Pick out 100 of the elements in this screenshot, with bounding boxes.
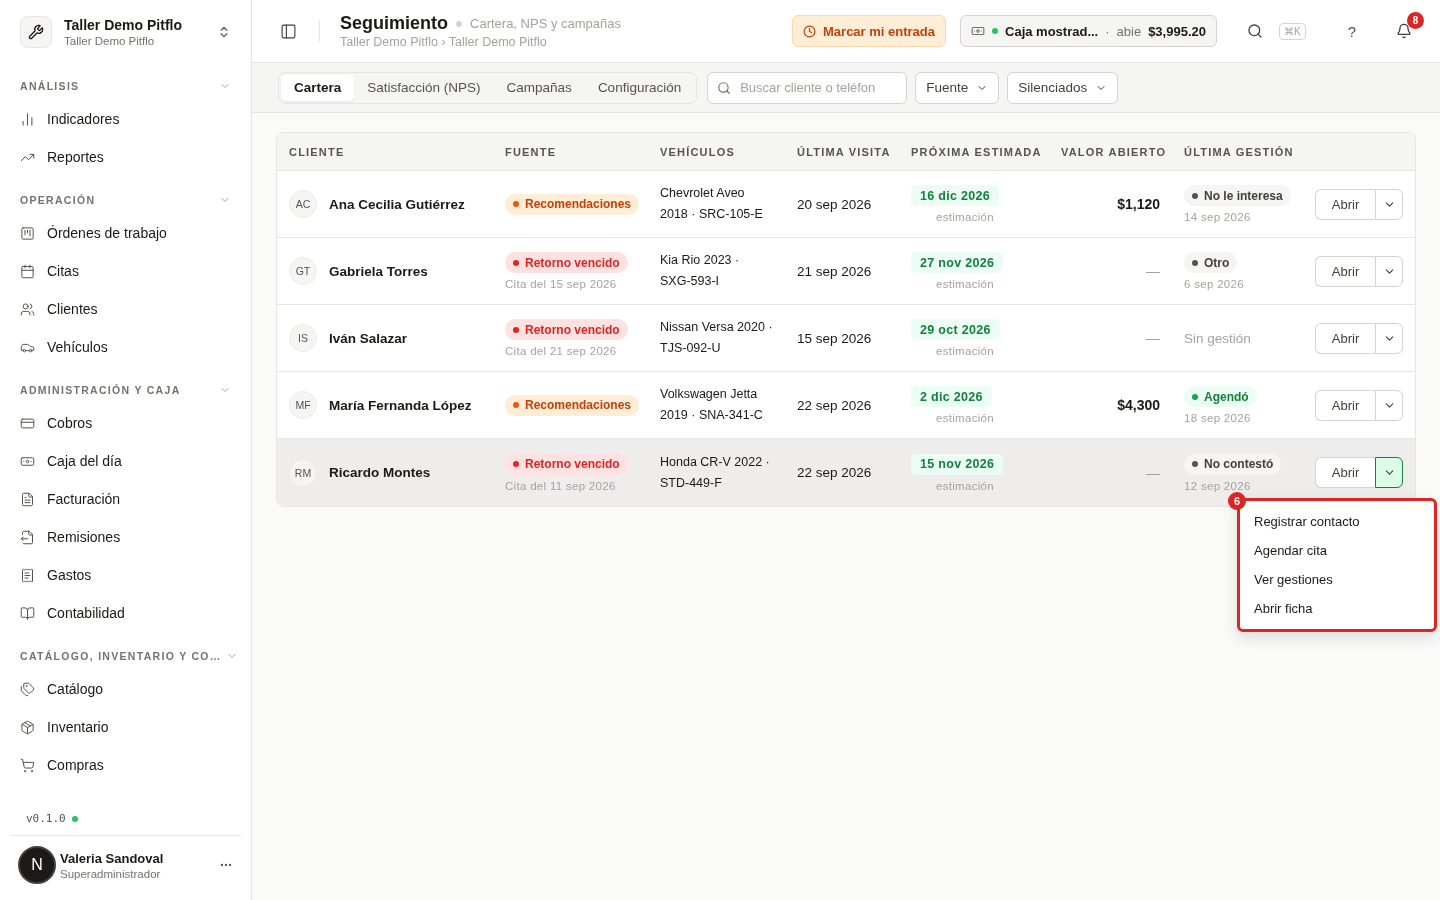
sidebar-item[interactable]: Compras (10, 746, 241, 784)
appointment-note: Cita del 11 sep 2026 (505, 479, 616, 492)
estimate-note: estimación (936, 412, 994, 424)
sidebar-item[interactable]: Indicadores (10, 100, 241, 138)
last-visit-date: 21 sep 2026 (797, 263, 872, 279)
filter-dropdown[interactable]: Fuente (915, 71, 1000, 104)
next-date-tag: 27 nov 2026 (911, 252, 1004, 273)
item-label: Remisiones (47, 529, 121, 545)
menu-item[interactable]: Registrar contacto (1246, 507, 1428, 536)
page-title: Seguimiento (340, 13, 448, 34)
last-visit-date: 15 sep 2026 (797, 330, 872, 346)
sidebar-item[interactable]: Contabilidad (10, 594, 241, 632)
next-date-tag: 16 dic 2026 (911, 185, 1000, 206)
item-label: Clientes (47, 301, 98, 317)
sidebar-item[interactable]: Facturación (10, 480, 241, 518)
version-label: v0.1.0 (26, 812, 66, 825)
open-value: $1,120 (1117, 196, 1160, 212)
section-title: ADMINISTRACIÓN Y CAJA (20, 384, 181, 396)
breadcrumb: Taller Demo Pitflo › Taller Demo Pitflo (340, 35, 548, 49)
filter-dropdown[interactable]: Silenciados (1007, 71, 1119, 104)
sidebar-item[interactable]: Cobros (10, 404, 241, 442)
item-label: Cobros (47, 415, 93, 431)
item-label: Contabilidad (47, 605, 125, 621)
item-label: Inventario (47, 719, 109, 735)
estimate-note: estimación (936, 278, 994, 290)
section-title: ANÁLISIS (20, 80, 80, 92)
vehicle-text: Kia Rio 2023 · SXG-593-I (660, 252, 741, 290)
tab[interactable]: Configuración (584, 74, 695, 101)
action-date: 6 sep 2026 (1184, 278, 1244, 290)
open-value: — (1146, 464, 1160, 481)
vehicle-text: Volkswagen Jetta 2019 · SNA-341-C (660, 386, 764, 424)
vehicle-text: Nissan Versa 2020 · TJS-092-U (660, 319, 773, 357)
shortcut-hint: ⌘K (1279, 22, 1306, 40)
column-header: ÚLTIMA GESTIÓN (1183, 145, 1295, 158)
column-header: FUENTE (504, 145, 558, 158)
tab[interactable]: Satisfacción (NPS) (354, 74, 494, 101)
last-visit-date: 22 sep 2026 (797, 465, 872, 480)
vehicle-text: Chevrolet Aveo 2018 · SRC-105-E (660, 185, 764, 223)
section-title: CATÁLOGO, INVENTARIO Y CO… (20, 650, 222, 662)
column-header: ÚLTIMA VISITA (796, 145, 892, 158)
sidebar-item[interactable]: Inventario (10, 708, 241, 746)
open-button[interactable]: Abrir (1315, 322, 1375, 354)
item-label: Catálogo (47, 681, 104, 697)
estimate-note: estimación (936, 345, 994, 357)
open-button[interactable]: Abrir (1315, 255, 1375, 287)
source-tag: Recomendaciones (505, 394, 640, 416)
appointment-note: Cita del 21 sep 2026 (505, 345, 617, 357)
workspace-subtitle: Taller Demo Pitflo (64, 35, 156, 47)
sidebar-item[interactable]: Gastos (10, 556, 241, 594)
sidebar-item[interactable]: Reportes (10, 138, 241, 176)
sidebar-item[interactable]: Catálogo (10, 670, 241, 708)
status-tag: No le interesa (1184, 185, 1291, 206)
sidebar-item[interactable]: Citas (10, 252, 241, 290)
open-value: — (1146, 263, 1160, 279)
check-in-button[interactable]: Marcar mi entrada (792, 15, 946, 47)
no-action-text: Sin gestión (1184, 330, 1251, 346)
open-button[interactable]: Abrir (1315, 457, 1375, 488)
sidebar-item[interactable]: Clientes (10, 290, 241, 328)
action-date: 18 sep 2026 (1184, 412, 1251, 424)
sidebar-item[interactable]: Caja del día (10, 442, 241, 480)
client-initials: RM (289, 458, 317, 487)
column-header: PRÓXIMA ESTIMADA (910, 145, 1043, 158)
source-tag: Retorno vencido (505, 252, 628, 273)
vehicle-text: Honda CR-V 2022 · STD-449-F (660, 453, 771, 492)
notification-count: 8 (1407, 12, 1424, 29)
tab[interactable]: Cartera (281, 74, 355, 101)
tab[interactable]: Campañas (493, 74, 585, 101)
menu-item[interactable]: Agendar cita (1246, 536, 1428, 565)
item-label: Reportes (47, 149, 104, 165)
next-date-tag: 29 oct 2026 (911, 319, 1000, 340)
menu-item[interactable]: Ver gestiones (1246, 565, 1428, 594)
open-button[interactable]: Abrir (1315, 188, 1375, 220)
client-initials: GT (289, 257, 317, 285)
item-label: Compras (47, 757, 104, 773)
menu-item[interactable]: Abrir ficha (1246, 594, 1428, 623)
item-label: Facturación (47, 491, 121, 507)
estimate-note: estimación (936, 479, 994, 492)
help-button[interactable]: ? (1341, 21, 1362, 41)
sidebar-item[interactable]: Remisiones (10, 518, 241, 556)
item-label: Citas (47, 263, 79, 279)
item-label: Indicadores (47, 111, 120, 127)
client-initials: IS (289, 324, 317, 352)
open-button[interactable]: Abrir (1315, 389, 1375, 421)
status-tag: Agendó (1184, 386, 1257, 407)
search-field[interactable]: Buscar cliente o teléfon (707, 71, 908, 104)
item-label: Gastos (47, 567, 92, 583)
next-date-tag: 15 nov 2026 (911, 453, 1004, 475)
sidebar-item[interactable]: Vehículos (10, 328, 241, 366)
item-label: Vehículos (47, 339, 108, 355)
source-tag: Recomendaciones (505, 193, 640, 215)
section-title: OPERACIÓN (20, 194, 96, 206)
open-value: — (1146, 330, 1160, 346)
action-date: 14 sep 2026 (1184, 211, 1251, 223)
user-role: Superadministrador (60, 867, 162, 880)
cash-register-button[interactable]: Caja mostrad... · abie $3,995.20 (960, 15, 1217, 47)
page-subtitle: Cartera, NPS y campañas (470, 16, 622, 31)
sidebar-item[interactable]: Órdenes de trabajo (10, 214, 241, 252)
column-header: CLIENTE (288, 145, 346, 158)
user-avatar[interactable]: N (18, 846, 56, 884)
user-name: Valeria Sandoval (60, 850, 165, 866)
